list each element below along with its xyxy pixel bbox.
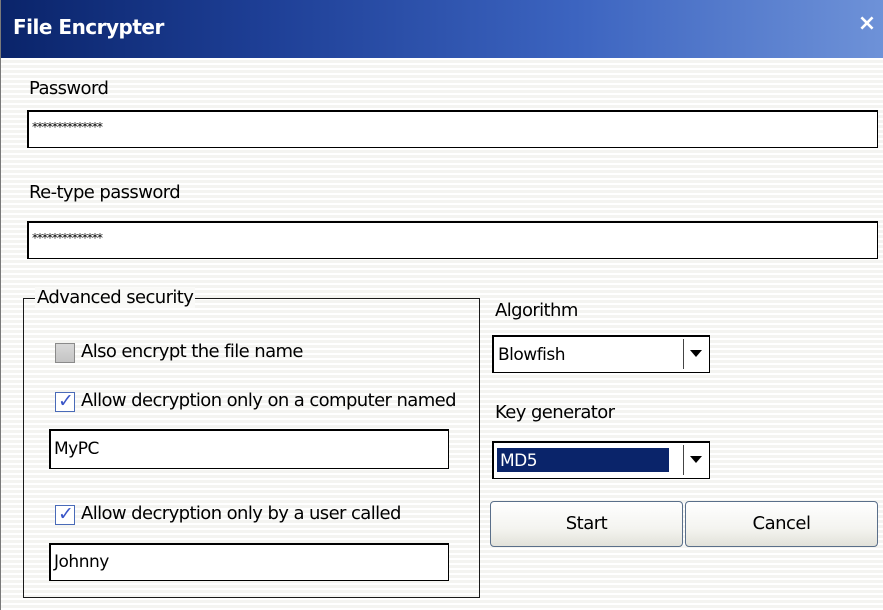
algorithm-selected-value: Blowfish xyxy=(498,345,566,365)
algorithm-label: Algorithm xyxy=(495,300,578,321)
advanced-security-legend: Advanced security xyxy=(35,287,196,308)
chevron-down-icon[interactable] xyxy=(683,445,707,475)
user-restrict-label[interactable]: Allow decryption only by a user called xyxy=(81,503,401,524)
computer-restrict-checkbox[interactable]: ✓ xyxy=(55,390,75,412)
computer-name-field[interactable]: MyPC xyxy=(49,429,449,469)
key-generator-label: Key generator xyxy=(495,402,615,423)
retype-password-field[interactable]: ************** xyxy=(27,221,878,259)
user-name-value: Johnny xyxy=(54,552,109,572)
encrypt-filename-label[interactable]: Also encrypt the file name xyxy=(81,341,304,362)
checkmark-icon: ✓ xyxy=(58,503,74,525)
window-title: File Encrypter xyxy=(13,15,164,39)
encrypt-filename-checkbox[interactable] xyxy=(55,343,75,363)
cancel-button[interactable]: Cancel xyxy=(685,501,878,547)
user-restrict-checkbox[interactable]: ✓ xyxy=(55,503,75,525)
close-icon[interactable]: × xyxy=(856,12,878,36)
key-generator-selected-value: MD5 xyxy=(497,448,669,472)
retype-password-value: ************** xyxy=(32,231,103,245)
file-encrypter-window: File Encrypter × Password **************… xyxy=(0,0,883,610)
password-label: Password xyxy=(29,78,109,99)
computer-restrict-label[interactable]: Allow decryption only on a computer name… xyxy=(81,390,457,411)
start-button[interactable]: Start xyxy=(490,501,683,547)
user-name-field[interactable]: Johnny xyxy=(49,543,449,581)
retype-password-label: Re-type password xyxy=(29,182,181,203)
algorithm-select[interactable]: Blowfish xyxy=(492,335,710,373)
title-bar[interactable]: File Encrypter × xyxy=(1,0,883,58)
password-field[interactable]: ************** xyxy=(27,110,878,148)
chevron-down-icon[interactable] xyxy=(683,339,707,369)
checkmark-icon: ✓ xyxy=(58,390,74,412)
password-value: ************** xyxy=(32,120,103,134)
key-generator-select[interactable]: MD5 xyxy=(492,441,710,479)
computer-name-value: MyPC xyxy=(54,439,99,459)
